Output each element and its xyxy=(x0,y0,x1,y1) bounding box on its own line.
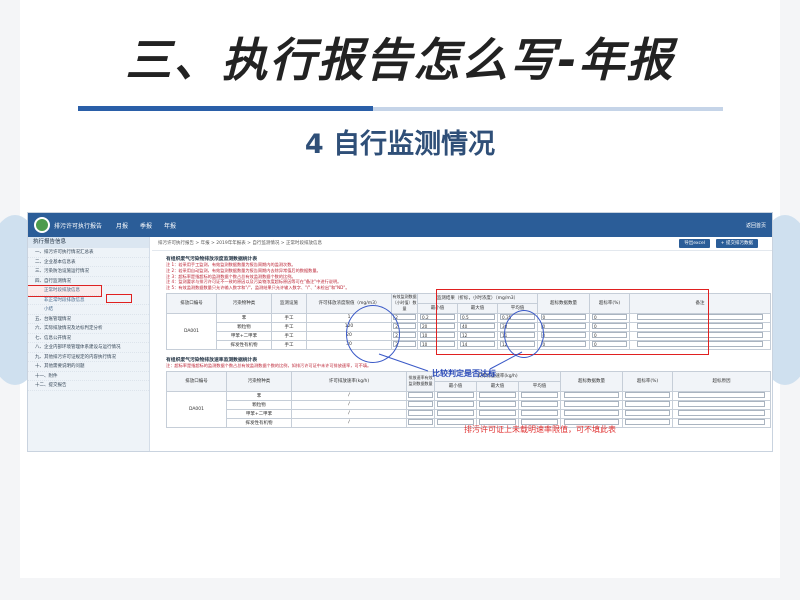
rate-note-annotation: 排污许可证上未载明速率限值，可不填此表 xyxy=(464,425,616,434)
logo-icon xyxy=(34,217,50,233)
title-underline-dark xyxy=(78,106,373,111)
th2-min: 最小值 xyxy=(434,380,477,392)
limit-cell: / xyxy=(291,417,407,428)
data-input[interactable] xyxy=(479,400,516,407)
data-input[interactable] xyxy=(408,418,433,425)
slide-subtitle: 4 自行监测情况 xyxy=(304,129,496,160)
data-input[interactable] xyxy=(625,418,670,425)
app-topbar: 排污许可执行报告 月报 季报 年报 返回首页 xyxy=(28,213,772,237)
sidebar-list: 一、排污许可执行情况汇总表 二、企业基本信息表 三、污染防治设施运行情况 四、自行监测… xyxy=(28,248,149,391)
limit-cell: / xyxy=(291,390,407,401)
sidebar: 执行报告信息 一、排污许可执行情况汇总表 二、企业基本信息表 三、污染防治设施运行情… xyxy=(28,237,150,451)
sidebar-item[interactable]: 九、其他排污许可证规定的内容执行情况 xyxy=(28,353,149,362)
data-input[interactable] xyxy=(521,400,558,407)
result-highlight-box xyxy=(436,289,709,355)
arrow-left-icon xyxy=(378,353,429,372)
data-input[interactable] xyxy=(408,400,433,407)
data-input[interactable] xyxy=(479,391,516,398)
submit-data-button[interactable]: + 提交排污数据 xyxy=(715,239,758,248)
data-input[interactable] xyxy=(437,409,474,416)
limit-cell: / xyxy=(291,399,407,410)
app-screenshot: 排污许可执行报告 月报 季报 年报 返回首页 执行报告信息 一、排污许可执行情况… xyxy=(27,212,773,452)
sidebar-item[interactable]: 一、排污许可执行情况汇总表 xyxy=(28,248,149,258)
data-input[interactable] xyxy=(677,400,766,407)
sidebar-item[interactable]: 正常时段排放信息 xyxy=(28,285,102,297)
th2-exceed-rate: 超标率(%) xyxy=(622,370,673,392)
pollutant-cell: 甲苯+二甲苯 xyxy=(216,330,272,341)
data-input[interactable] xyxy=(564,391,619,398)
th-facility: 监测设施 xyxy=(271,292,307,314)
outlet-cell: DA001 xyxy=(166,390,227,428)
data-input[interactable] xyxy=(521,391,558,398)
sidebar-item[interactable]: 十、其他需要说明的问题 xyxy=(28,362,149,372)
outlet-cell: DA001 xyxy=(166,312,217,350)
pollutant-cell: 挥发性有机物 xyxy=(226,417,292,428)
sidebar-item[interactable]: 四、自行监测情况 xyxy=(28,277,149,286)
nav-quarterly[interactable]: 季报 xyxy=(140,221,152,230)
table1-title: 有组织废气污染物排放浓度监测数据统计表 xyxy=(166,257,258,262)
data-input[interactable] xyxy=(677,391,766,398)
app-name: 排污许可执行报告 xyxy=(54,222,103,230)
th2-avg: 平均值 xyxy=(518,380,561,392)
table-row: 颗粒物 / xyxy=(167,399,771,410)
export-excel-button[interactable]: 导出excel xyxy=(679,239,710,248)
data-input[interactable] xyxy=(564,400,619,407)
sidebar-item[interactable]: 三、污染防治设施运行情况 xyxy=(28,267,149,277)
th2-max: 最大值 xyxy=(476,380,519,392)
sidebar-item[interactable]: 十一、附件 xyxy=(28,372,149,381)
title-underline-light xyxy=(373,107,723,111)
data-input[interactable] xyxy=(625,409,670,416)
facility-cell: 手工 xyxy=(271,321,307,332)
table2-title: 有组织废气污染物排放速率监测数据统计表 xyxy=(166,357,258,363)
th-count: 有效监测数据（小时值）数量 xyxy=(391,292,418,314)
data-input[interactable] xyxy=(408,391,433,398)
th2-exceed-count: 超标数据数量 xyxy=(560,370,623,392)
data-input[interactable] xyxy=(625,400,670,407)
th2-outlet: 排放口编号 xyxy=(166,370,227,392)
sidebar-item[interactable]: 八、企业内部环境管理体系建设与运行情况 xyxy=(28,343,149,353)
sidebar-highlight-box xyxy=(106,294,132,303)
limit-cell: / xyxy=(291,408,407,419)
table-row: DA001 苯 / xyxy=(166,390,771,428)
data-input[interactable] xyxy=(564,409,619,416)
facility-cell: 手工 xyxy=(271,339,307,350)
pollutant-cell: 挥发性有机物 xyxy=(216,339,272,350)
rate-table-body: DA001 苯 / 颗粒物 / 甲苯+二甲苯 / 挥发性有机物 / xyxy=(166,390,771,428)
data-input[interactable] xyxy=(408,409,433,416)
nav-monthly[interactable]: 月报 xyxy=(116,221,128,230)
data-input[interactable] xyxy=(625,391,670,398)
slide-title: 三、执行报告怎么写-年报 xyxy=(125,33,675,87)
data-input[interactable] xyxy=(677,409,766,416)
rate-table: 排放口编号 污染物种类 许可排放速率(kg/h) 排放速率有效监测数据数量 实际… xyxy=(166,370,771,428)
table-row: 甲苯+二甲苯 / xyxy=(167,408,771,419)
pollutant-cell: 甲苯+二甲苯 xyxy=(226,408,292,419)
sidebar-item[interactable]: 二、企业基本信息表 xyxy=(28,258,149,267)
pollutant-cell: 颗粒物 xyxy=(226,399,292,410)
nav-annual[interactable]: 年报 xyxy=(164,221,176,230)
data-input[interactable] xyxy=(521,409,558,416)
sidebar-item[interactable]: 七、信息公开情况 xyxy=(28,334,149,343)
facility-cell: 手工 xyxy=(271,330,307,341)
th2-reason: 超标原因 xyxy=(672,370,771,392)
data-input[interactable] xyxy=(479,409,516,416)
pollutant-cell: 颗粒物 xyxy=(216,321,272,332)
data-input[interactable] xyxy=(437,400,474,407)
data-input[interactable] xyxy=(677,418,766,425)
th2-pollutant: 污染物种类 xyxy=(226,370,292,392)
data-input[interactable] xyxy=(437,391,474,398)
th-outlet: 排放口编号 xyxy=(166,292,217,314)
pollutant-cell: 苯 xyxy=(216,312,272,323)
th-pollutant: 污染物种类 xyxy=(216,292,272,314)
sidebar-item[interactable]: 小结 xyxy=(28,305,149,315)
pollutant-cell: 苯 xyxy=(226,390,292,401)
back-home-link[interactable]: 返回首页 xyxy=(746,222,766,229)
sidebar-item[interactable]: 六、实际排放情况及达标判定分析 xyxy=(28,324,149,334)
sidebar-item[interactable]: 十二、提交报告 xyxy=(28,381,149,391)
compare-annotation: 比较判定是否达标 xyxy=(432,369,496,378)
table1-notes: 注 1：若采用手工监测，有效监测数据数量为报告周期内的监测次数。注 2：若采用自… xyxy=(152,262,772,291)
sidebar-header: 执行报告信息 xyxy=(28,237,149,248)
sidebar-item[interactable]: 五、台账管理情况 xyxy=(28,315,149,324)
facility-cell: 手工 xyxy=(271,312,307,323)
